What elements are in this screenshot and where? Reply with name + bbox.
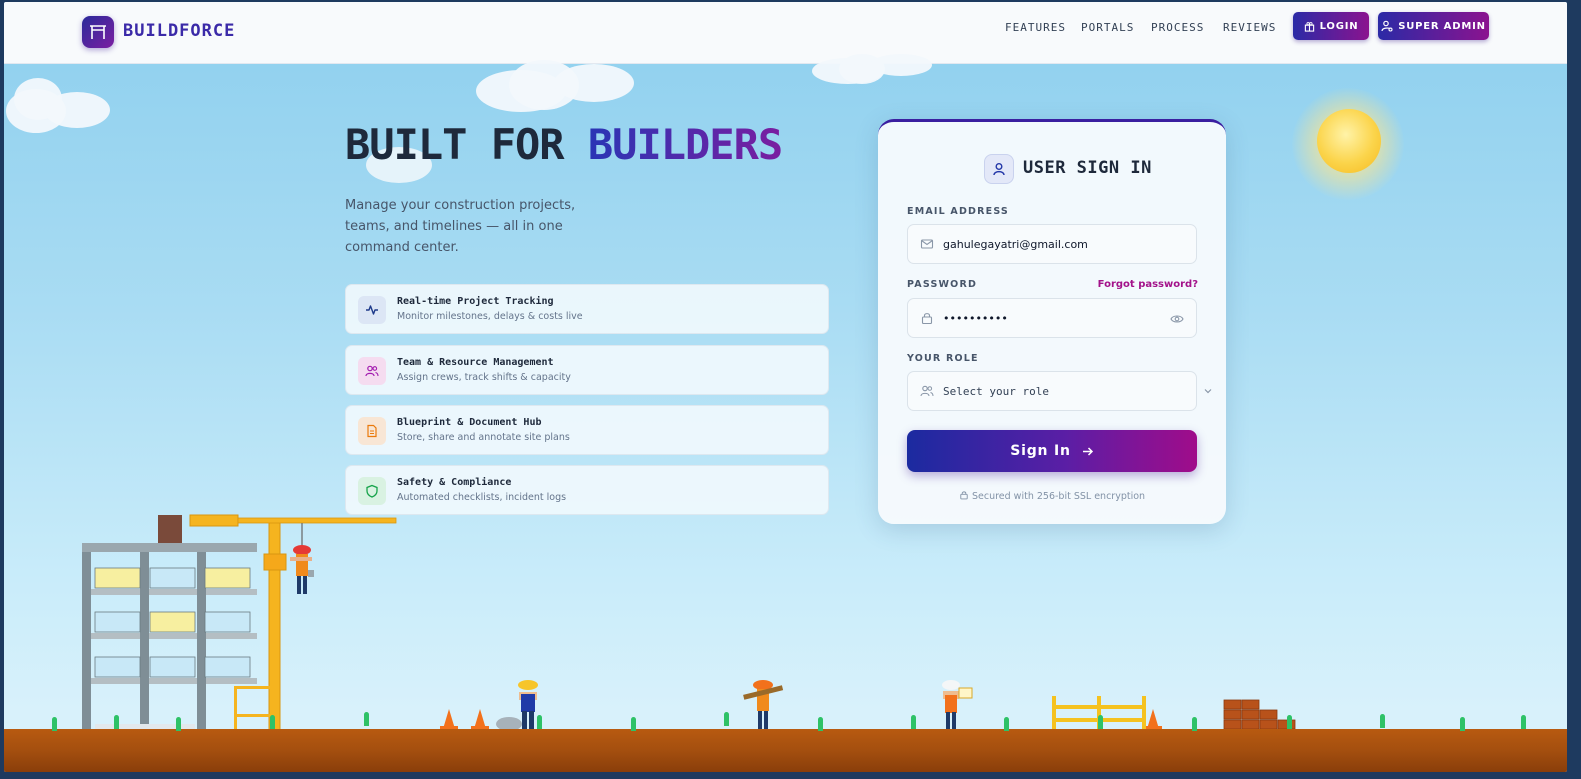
password-label: PASSWORD [907, 279, 978, 290]
page-frame: BUILDFORCE FEATURES PORTALS PROCESS REVI… [4, 2, 1567, 772]
nav-link-portals[interactable]: PORTALS [1081, 21, 1134, 34]
sign-in-card: USER SIGN IN EMAIL ADDRESS gahulegayatri… [878, 119, 1226, 524]
lock-icon [960, 491, 968, 500]
worker-illustration [942, 680, 973, 730]
feature-title: Blueprint & Document Hub [397, 417, 542, 428]
nav-link-reviews[interactable]: REVIEWS [1223, 21, 1276, 34]
sign-in-title: USER SIGN IN [1023, 158, 1152, 178]
worker-illustration [743, 680, 784, 730]
login-button[interactable]: LOGIN [1293, 12, 1369, 40]
users-icon [358, 357, 386, 385]
nav-link-features[interactable]: FEATURES [1005, 21, 1066, 34]
worker-illustration [290, 545, 314, 594]
role-select[interactable]: Select your role [907, 371, 1197, 411]
sign-in-button[interactable]: Sign In [907, 430, 1197, 472]
chevron-down-icon[interactable] [1203, 386, 1213, 396]
super-admin-button[interactable]: SUPER ADMIN [1378, 12, 1489, 40]
feature-card-team: Team & Resource Management Assign crews,… [345, 345, 829, 395]
feature-desc: Store, share and annotate site plans [397, 432, 570, 443]
ground [4, 729, 1567, 772]
feature-title: Team & Resource Management [397, 357, 554, 368]
logo-icon[interactable] [82, 16, 114, 48]
sun-icon [1317, 109, 1381, 173]
email-field[interactable]: gahulegayatri@gmail.com [907, 224, 1197, 264]
document-icon [358, 417, 386, 445]
password-field[interactable]: •••••••••• [907, 298, 1197, 338]
role-label: YOUR ROLE [907, 353, 979, 364]
super-admin-button-label: SUPER ADMIN [1398, 20, 1486, 32]
sign-in-button-label: Sign In [1010, 443, 1071, 459]
hero-title: BUILT FOR BUILDERS [345, 120, 783, 169]
feature-desc: Assign crews, track shifts & capacity [397, 372, 571, 383]
shield-icon [358, 477, 386, 505]
user-cog-icon [1381, 20, 1393, 32]
user-icon [984, 154, 1014, 184]
top-navbar: BUILDFORCE FEATURES PORTALS PROCESS REVI… [4, 2, 1567, 64]
feature-card-tracking: Real-time Project Tracking Monitor miles… [345, 284, 829, 334]
hero-title-accent: BUILDERS [587, 120, 783, 169]
users-icon [920, 385, 934, 397]
password-value: •••••••••• [943, 312, 1008, 325]
feature-title: Real-time Project Tracking [397, 296, 554, 307]
lock-icon [921, 313, 933, 325]
email-value: gahulegayatri@gmail.com [943, 238, 1088, 251]
login-button-label: LOGIN [1319, 20, 1359, 32]
gift-icon [1304, 21, 1314, 32]
feature-desc: Monitor milestones, delays & costs live [397, 311, 583, 322]
eye-icon[interactable] [1170, 312, 1184, 326]
role-placeholder: Select your role [943, 385, 1049, 398]
construction-scene [82, 514, 1296, 731]
arrow-right-icon [1082, 446, 1093, 456]
bricks-illustration [1223, 699, 1296, 730]
nav-link-process[interactable]: PROCESS [1151, 21, 1204, 34]
forgot-password-link[interactable]: Forgot password? [1098, 279, 1198, 290]
email-label: EMAIL ADDRESS [907, 206, 1009, 217]
ssl-note: Secured with 256-bit SSL encryption [878, 490, 1226, 502]
feature-title: Safety & Compliance [397, 477, 512, 488]
ssl-note-text: Secured with 256-bit SSL encryption [971, 491, 1146, 502]
hero-subtitle: Manage your construction projects, teams… [345, 198, 576, 255]
mail-icon [920, 239, 934, 249]
building-illustration [82, 515, 257, 730]
hero-title-plain: BUILT FOR [345, 120, 588, 169]
activity-icon [358, 296, 386, 324]
brand-name[interactable]: BUILDFORCE [123, 21, 235, 41]
feature-card-blueprint: Blueprint & Document Hub Store, share an… [345, 405, 829, 455]
